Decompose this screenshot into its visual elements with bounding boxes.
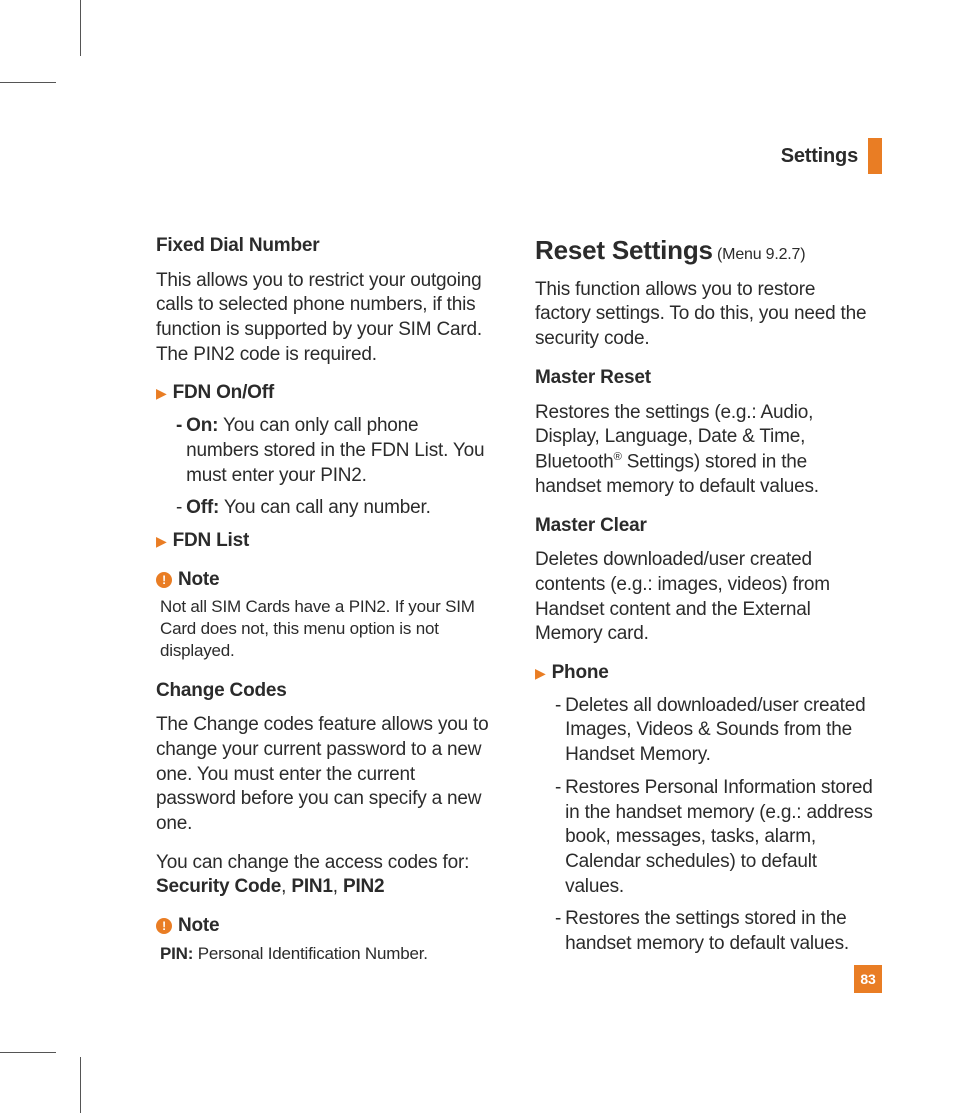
bullet-phone: ▶ Phone [535,661,874,686]
content-columns: Fixed Dial Number This allows you to res… [72,234,882,981]
page-header: Settings [72,138,882,174]
page-number: 83 [854,965,882,993]
master-reset-body: Restores the settings (e.g.: Audio, Disp… [535,401,874,500]
sep: , [333,876,343,897]
dash: - [555,776,561,899]
code-a: Security Code [156,876,281,897]
crop-mark [80,1057,81,1113]
sub-item: - Deletes all downloaded/user created Im… [555,694,874,768]
header-accent-tab [868,138,882,174]
bullet-label: FDN List [173,529,250,554]
triangle-icon: ▶ [535,661,546,686]
fdn-heading: Fixed Dial Number [156,234,495,259]
dash: - [176,414,182,488]
note-title: Note [178,568,219,593]
bullet-label: Phone [552,661,609,686]
change-codes-p2: You can change the access codes for: Sec… [156,851,495,900]
change-codes-heading: Change Codes [156,679,495,704]
header-title: Settings [781,143,858,169]
note-body: Not all SIM Cards have a PIN2. If your S… [160,596,495,662]
dash: - [555,907,561,956]
sub-item-text: Deletes all downloaded/user created Imag… [565,694,874,768]
dash: - [555,694,561,768]
left-column: Fixed Dial Number This allows you to res… [156,234,495,981]
pin-def: Personal Identification Number. [193,944,428,963]
code-b: PIN1 [291,876,332,897]
sub-item-off: - Off: You can call any number. [176,496,495,521]
bullet-fdn-onoff: ▶ FDN On/Off [156,381,495,406]
code-c: PIN2 [343,876,384,897]
master-clear-heading: Master Clear [535,514,874,539]
note-header: ! Note [156,568,495,593]
codes-pre: You can change the access codes for: [156,852,469,873]
sub-item-text: On: You can only call phone numbers stor… [186,414,495,488]
onoff-sublist: - On: You can only call phone numbers st… [156,414,495,521]
off-label: Off: [186,497,219,518]
crop-mark [80,0,81,56]
sub-item-on: - On: You can only call phone numbers st… [176,414,495,488]
triangle-icon: ▶ [156,529,167,554]
note-icon: ! [156,918,172,934]
reset-intro: This function allows you to restore fact… [535,278,874,352]
master-reset-heading: Master Reset [535,366,874,391]
change-codes-p1: The Change codes feature allows you to c… [156,713,495,836]
bullet-fdn-list: ▶ FDN List [156,529,495,554]
note-title: Note [178,914,219,939]
pin-label: PIN: [160,944,193,963]
note-body: PIN: Personal Identification Number. [160,943,495,965]
sub-item: - Restores the settings stored in the ha… [555,907,874,956]
reset-title-text: Reset Settings [535,235,713,265]
note-icon: ! [156,572,172,588]
sub-item-text: Off: You can call any number. [186,496,431,521]
reset-settings-title: Reset Settings (Menu 9.2.7) [535,234,874,268]
master-clear-body: Deletes downloaded/user created contents… [535,548,874,647]
crop-mark [0,82,56,83]
on-text: You can only call phone numbers stored i… [186,415,484,485]
note-header: ! Note [156,914,495,939]
sub-item-text: Restores Personal Information stored in … [565,776,874,899]
reset-menu-ref: (Menu 9.2.7) [713,246,806,263]
dash: - [176,496,182,521]
crop-mark [0,1052,56,1053]
sub-item: - Restores Personal Information stored i… [555,776,874,899]
fdn-intro: This allows you to restrict your outgoin… [156,269,495,368]
on-label: On: [186,415,218,436]
phone-sublist: - Deletes all downloaded/user created Im… [535,694,874,957]
sep: , [281,876,291,897]
sub-item-text: Restores the settings stored in the hand… [565,907,874,956]
triangle-icon: ▶ [156,381,167,406]
right-column: Reset Settings (Menu 9.2.7) This functio… [535,234,874,981]
bullet-label: FDN On/Off [173,381,274,406]
off-text: You can call any number. [219,497,431,518]
registered-icon: ® [614,451,622,463]
manual-page: Settings Fixed Dial Number This allows y… [0,0,954,1113]
